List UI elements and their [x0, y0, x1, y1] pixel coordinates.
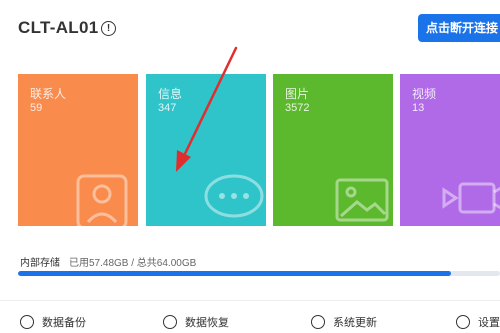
storage-usage-text: 已用57.48GB / 总共64.00GB [69, 258, 197, 269]
picture-icon [335, 178, 389, 222]
backup-clock-icon [20, 315, 34, 329]
storage-label: 内部存储 [20, 258, 60, 269]
backup-button[interactable]: 数据备份 [20, 314, 86, 330]
card-label: 信息 [158, 87, 183, 101]
action-label: 数据恢复 [185, 317, 229, 329]
update-arrow-icon [311, 315, 325, 329]
divider [0, 300, 500, 301]
contact-person-icon [76, 174, 128, 226]
action-label: 系统更新 [333, 317, 377, 329]
card-videos[interactable]: 视频 13 [400, 74, 500, 226]
card-contacts[interactable]: 联系人 59 [18, 74, 138, 226]
storage-progress-fill [18, 271, 451, 276]
card-count: 59 [30, 102, 43, 114]
bottom-actions: 数据备份 数据恢复 系统更新 设置 [0, 314, 500, 333]
header: CLT-AL01 ! 点击断开连接 [0, 0, 500, 58]
restore-search-icon [163, 315, 177, 329]
restore-button[interactable]: 数据恢复 [163, 314, 229, 330]
disconnect-button[interactable]: 点击断开连接 [418, 14, 500, 42]
video-camera-icon [442, 182, 500, 214]
card-photos[interactable]: 图片 3572 [273, 74, 393, 226]
category-cards: 联系人 59 信息 347 图片 3572 视频 13 [0, 74, 500, 226]
card-label: 联系人 [30, 87, 67, 101]
card-label: 图片 [285, 87, 310, 101]
system-update-button[interactable]: 系统更新 [311, 314, 377, 330]
card-messages[interactable]: 信息 347 [146, 74, 266, 226]
action-label: 设置 [478, 317, 500, 329]
card-count: 347 [158, 102, 177, 114]
device-name: CLT-AL01 [18, 18, 99, 37]
card-count: 13 [412, 102, 425, 114]
chat-bubble-icon [204, 174, 264, 218]
settings-button[interactable]: 设置 [456, 314, 500, 330]
info-icon[interactable]: ! [101, 21, 116, 36]
gear-icon [456, 315, 470, 329]
card-label: 视频 [412, 87, 437, 101]
storage-progress-bar [18, 271, 500, 276]
action-label: 数据备份 [42, 317, 86, 329]
card-count: 3572 [285, 102, 310, 114]
